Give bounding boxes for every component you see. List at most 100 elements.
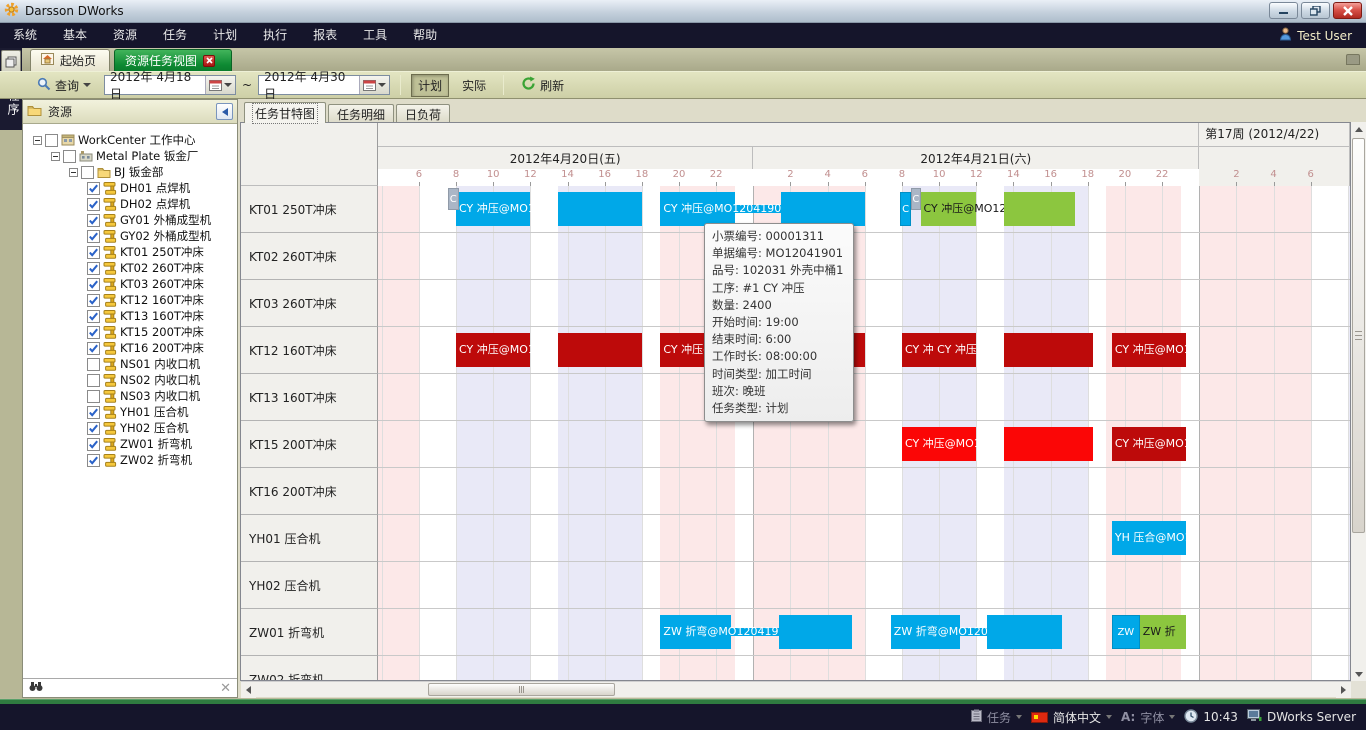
status-font-menu[interactable]: A: 字体	[1121, 709, 1175, 726]
gantt-tab-1[interactable]: 任务甘特图	[244, 102, 326, 123]
task-bar[interactable]: CY 冲压@MO12041901	[456, 192, 530, 226]
menu-item-执行[interactable]: 执行	[250, 23, 300, 48]
scroll-up-button[interactable]	[1351, 122, 1366, 137]
task-bar[interactable]	[1004, 192, 1075, 226]
task-bar[interactable]	[1004, 427, 1093, 461]
actual-toggle-button[interactable]: 实际	[455, 74, 493, 97]
tree-checkbox[interactable]	[87, 422, 100, 435]
menu-item-任务[interactable]: 任务	[150, 23, 200, 48]
tree-item-KT16[interactable]: KT16 200T冲床	[23, 340, 237, 356]
collapse-panel-button[interactable]	[216, 103, 233, 120]
task-bar[interactable]: CY 冲压@MO1	[1112, 333, 1186, 367]
menu-item-基本[interactable]: 基本	[50, 23, 100, 48]
tree-expander-icon[interactable]	[51, 152, 60, 161]
menu-item-系统[interactable]: 系统	[0, 23, 50, 48]
status-language-menu[interactable]: 简体中文	[1031, 709, 1112, 726]
task-chip[interactable]: ZW	[1112, 615, 1140, 649]
task-bar[interactable]	[558, 333, 642, 367]
gantt-tab-3[interactable]: 日负荷	[396, 104, 450, 123]
tree-checkbox[interactable]	[87, 406, 100, 419]
tree-item-KT03[interactable]: KT03 260T冲床	[23, 276, 237, 292]
scroll-down-button[interactable]	[1351, 667, 1366, 682]
tree-checkbox[interactable]	[87, 214, 100, 227]
tree-checkbox[interactable]	[87, 310, 100, 323]
tree-checkbox[interactable]	[87, 454, 100, 467]
task-bar[interactable]: ZW 折	[1140, 615, 1186, 649]
menu-item-工具[interactable]: 工具	[350, 23, 400, 48]
tree-checkbox[interactable]	[87, 294, 100, 307]
task-bar[interactable]: CY 冲压@MO12041902	[921, 192, 977, 226]
tree-item-ZW01[interactable]: ZW01 折弯机	[23, 436, 237, 452]
tree-checkbox[interactable]	[87, 374, 100, 387]
date-to-field[interactable]: 2012年 4月30日	[258, 75, 390, 95]
date-from-field[interactable]: 2012年 4月18日	[104, 75, 236, 95]
task-bar[interactable]: ZW 折弯@MO12041901	[660, 615, 731, 649]
h-scroll-thumb[interactable]	[428, 683, 615, 696]
tree-expander-icon[interactable]	[69, 168, 78, 177]
tree-item-KT13[interactable]: KT13 160T冲床	[23, 308, 237, 324]
tree-checkbox[interactable]	[87, 278, 100, 291]
tree-item-ZW02[interactable]: ZW02 折弯机	[23, 452, 237, 468]
horizontal-scrollbar[interactable]	[241, 681, 1351, 697]
tree-item-NS03[interactable]: NS03 内收口机	[23, 388, 237, 404]
tree-checkbox[interactable]	[87, 390, 100, 403]
tree-expander-icon[interactable]	[33, 136, 42, 145]
tree-item-Metal[interactable]: Metal Plate 钣金厂	[23, 148, 237, 164]
dock-layout-icon[interactable]	[1346, 54, 1360, 65]
user-indicator[interactable]: Test User	[1279, 23, 1352, 48]
scroll-left-button[interactable]	[241, 682, 256, 698]
tree-checkbox[interactable]	[87, 230, 100, 243]
tree-item-GY02[interactable]: GY02 外桶成型机	[23, 228, 237, 244]
task-bar[interactable]	[987, 615, 1061, 649]
tree-checkbox[interactable]	[87, 438, 100, 451]
task-bar[interactable]: CY 冲压@MO12041904	[456, 333, 530, 367]
tree-item-KT02[interactable]: KT02 260T冲床	[23, 260, 237, 276]
task-bar[interactable]	[779, 615, 851, 649]
task-bar[interactable]	[1004, 333, 1093, 367]
tree-item-NS02[interactable]: NS02 内收口机	[23, 372, 237, 388]
tab-close-icon[interactable]	[203, 55, 215, 67]
tree-checkbox[interactable]	[87, 198, 100, 211]
tree-checkbox[interactable]	[87, 358, 100, 371]
scroll-right-button[interactable]	[1336, 682, 1351, 698]
tree-item-BJ[interactable]: BJ 钣金部	[23, 164, 237, 180]
vertical-scrollbar[interactable]	[1351, 122, 1366, 682]
task-bar[interactable]	[781, 192, 865, 226]
task-bar[interactable]: YH 压合@MO1	[1112, 521, 1186, 555]
tab-start-page[interactable]: 起始页	[30, 49, 110, 71]
gantt-chart[interactable]: CCY 冲压@MO12041901CY 冲压@MO12041901CCCY 冲压…	[378, 186, 1350, 680]
tree-search-bar[interactable]: ✕	[23, 678, 237, 697]
status-task-menu[interactable]: 任务	[971, 709, 1022, 726]
tree-checkbox[interactable]	[63, 150, 76, 163]
minimize-button[interactable]	[1269, 2, 1298, 19]
tree-item-NS01[interactable]: NS01 内收口机	[23, 356, 237, 372]
task-bar[interactable]: ZW 折弯@MO12041901	[891, 615, 960, 649]
menu-item-资源[interactable]: 资源	[100, 23, 150, 48]
close-button[interactable]	[1333, 2, 1362, 19]
task-bar[interactable]: CY 冲压@MO12041903	[902, 427, 976, 461]
menu-item-报表[interactable]: 报表	[300, 23, 350, 48]
task-bar[interactable]: CY 冲 CY 冲压@MO12041904	[902, 333, 976, 367]
tree-checkbox[interactable]	[45, 134, 58, 147]
refresh-button[interactable]: 刷新	[514, 73, 571, 97]
status-server[interactable]: DWorks Server	[1247, 709, 1356, 725]
tree-item-KT12[interactable]: KT12 160T冲床	[23, 292, 237, 308]
tree-item-GY01[interactable]: GY01 外桶成型机	[23, 212, 237, 228]
task-bar[interactable]	[558, 192, 642, 226]
tree-checkbox[interactable]	[81, 166, 94, 179]
task-chip[interactable]: C	[448, 188, 459, 210]
task-chip[interactable]: C	[911, 188, 920, 210]
tree-checkbox[interactable]	[87, 326, 100, 339]
clear-search-icon[interactable]: ✕	[220, 681, 231, 696]
v-scroll-thumb[interactable]	[1352, 138, 1365, 533]
tree-item-DH02[interactable]: DH02 点焊机	[23, 196, 237, 212]
task-chip[interactable]: C	[900, 192, 911, 226]
tree-checkbox[interactable]	[87, 182, 100, 195]
tree-checkbox[interactable]	[87, 262, 100, 275]
tree-checkbox[interactable]	[87, 342, 100, 355]
tree-item-DH01[interactable]: DH01 点焊机	[23, 180, 237, 196]
task-bar[interactable]: CY 冲压@MO1	[1112, 427, 1186, 461]
menu-item-计划[interactable]: 计划	[200, 23, 250, 48]
tree-item-KT15[interactable]: KT15 200T冲床	[23, 324, 237, 340]
calendar-icon[interactable]	[205, 76, 235, 94]
